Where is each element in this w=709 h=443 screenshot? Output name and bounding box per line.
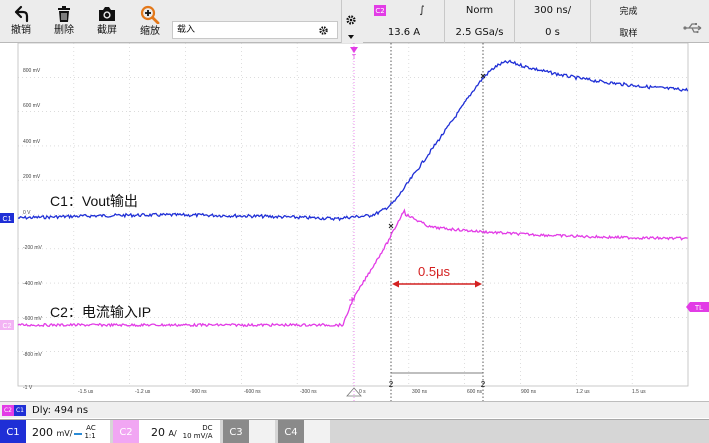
trigger-position-label: T: [352, 54, 357, 61]
undo-button[interactable]: 撤销: [1, 0, 41, 43]
ch2-marker-label: C2: [3, 323, 12, 330]
channel-1-scale: 200 mV/: [32, 425, 73, 439]
delete-label: 删除: [54, 25, 74, 36]
y-tick-label: -200 mV: [23, 245, 43, 251]
cursor-2-marker: 2: [481, 380, 486, 389]
channel-2-coupling: DC 10 mV/A: [182, 424, 213, 440]
camera-icon: [99, 7, 115, 21]
x-tick-label: -1.2 us: [135, 389, 151, 395]
x-tick-label: -900 ns: [190, 389, 207, 395]
x-tick-label: -1.5 us: [78, 389, 94, 395]
y-tick-label: 800 mV: [23, 68, 41, 74]
y-tick-label: -1 V: [23, 385, 33, 391]
load-settings-button[interactable]: [314, 22, 332, 38]
oscilloscope-app: 撤销 删除 截屏 缩放 载入 C2 ∫ 13.6 A Norm 2.5 GSa/…: [0, 0, 709, 443]
x-tick-label: -300 ns: [300, 389, 317, 395]
y-tick-label: 200 mV: [23, 174, 41, 180]
delay-target-chip: C1: [14, 404, 26, 416]
y-tick-label: 400 mV: [23, 139, 41, 145]
x-tick-label: 0 s: [359, 389, 366, 395]
toolbar: 撤销 删除 截屏 缩放 载入 C2 ∫ 13.6 A Norm 2.5 GSa/…: [0, 0, 709, 43]
trigger-level[interactable]: 13.6 A: [364, 21, 444, 43]
side-settings-button[interactable]: [345, 14, 357, 44]
screenshot-label: 截屏: [97, 25, 117, 36]
ac-coupling-icon: [74, 429, 83, 435]
acquisition-status: 完成: [590, 0, 666, 21]
channel-2-tag: C2: [113, 420, 139, 443]
gear-icon: [346, 15, 356, 39]
x-tick-label: -600 ns: [244, 389, 261, 395]
x-tick-label: 1.2 us: [576, 389, 590, 395]
channel-3-tag: C3: [223, 420, 249, 443]
channel-1-tag: C1: [0, 420, 26, 443]
delay-source-chip: C2: [2, 404, 14, 416]
trash-icon: [58, 6, 70, 22]
time-per-div[interactable]: 300 ns/: [514, 0, 590, 21]
channel-4-button[interactable]: C4: [278, 420, 330, 443]
screenshot-button[interactable]: 截屏: [87, 0, 127, 43]
measurement-bar: C2 C1 Dly: 494 ns: [0, 401, 709, 418]
channel-bar: C1 200 mV/ AC 1:1 C2 20 A/ DC 10 mV/A C3 C…: [0, 419, 709, 443]
zoom-label: 缩放: [140, 26, 160, 37]
ch2-offset-marker[interactable]: C2: [0, 320, 14, 330]
x-tick-label: 300 ns: [412, 389, 428, 395]
channel-2-button[interactable]: C2 20 A/ DC 10 mV/A: [113, 420, 220, 443]
sample-rate: 2.5 GSa/s: [444, 21, 514, 43]
waveform-display[interactable]: 800 mV 600 mV 400 mV 200 mV 0 V -200 mV …: [0, 43, 709, 401]
zoom-in-icon: [140, 5, 160, 24]
ch1-offset-marker[interactable]: C1: [0, 213, 14, 223]
trigger-mode[interactable]: Norm: [444, 0, 514, 21]
y-tick-label: -800 mV: [23, 352, 43, 358]
trigger-level-marker[interactable]: TL: [686, 302, 709, 312]
undo-label: 撤销: [11, 25, 31, 36]
y-tick-label: 0 V: [23, 210, 31, 216]
channel-4-tag: C4: [278, 420, 304, 443]
channel-1-coupling: AC 1:1: [84, 424, 96, 440]
usb-icon: [683, 23, 702, 34]
y-tick-label: 600 mV: [23, 103, 41, 109]
x-tick-label: 1.5 us: [632, 389, 646, 395]
y-tick-label: -600 mV: [23, 316, 43, 322]
y-tick-label: -400 mV: [23, 281, 43, 287]
channel-3-button[interactable]: C3: [223, 420, 275, 443]
delay-channel-chips: C2 C1: [2, 404, 26, 416]
time-delay[interactable]: 0 s: [514, 21, 590, 43]
trigger-channel-chip: C2: [374, 5, 386, 16]
acquisition-mode[interactable]: 取样: [590, 21, 666, 43]
channel-1-button[interactable]: C1 200 mV/ AC 1:1: [0, 420, 110, 443]
gear-icon: [318, 25, 328, 35]
ch1-marker-label: C1: [3, 216, 12, 223]
delete-button[interactable]: 删除: [44, 0, 84, 43]
delay-measurement[interactable]: Dly: 494 ns: [32, 405, 88, 416]
cursor-1-marker: 2: [389, 380, 394, 389]
ch2-annotation: C2：电流输入IP: [50, 304, 151, 320]
zoom-button[interactable]: 缩放: [130, 0, 170, 43]
trigger-level-marker-label: TL: [695, 305, 703, 312]
ch1-annotation: C1：Vout输出: [50, 193, 138, 209]
undo-icon: [14, 5, 29, 23]
trigger-edge-rising-icon[interactable]: ∫: [402, 0, 442, 21]
delay-measure-label: 0.5μs: [418, 264, 451, 279]
x-tick-label: 600 ns: [467, 389, 483, 395]
x-tick-label: 900 ns: [521, 389, 537, 395]
channel-2-scale: 20 A/: [151, 425, 177, 439]
